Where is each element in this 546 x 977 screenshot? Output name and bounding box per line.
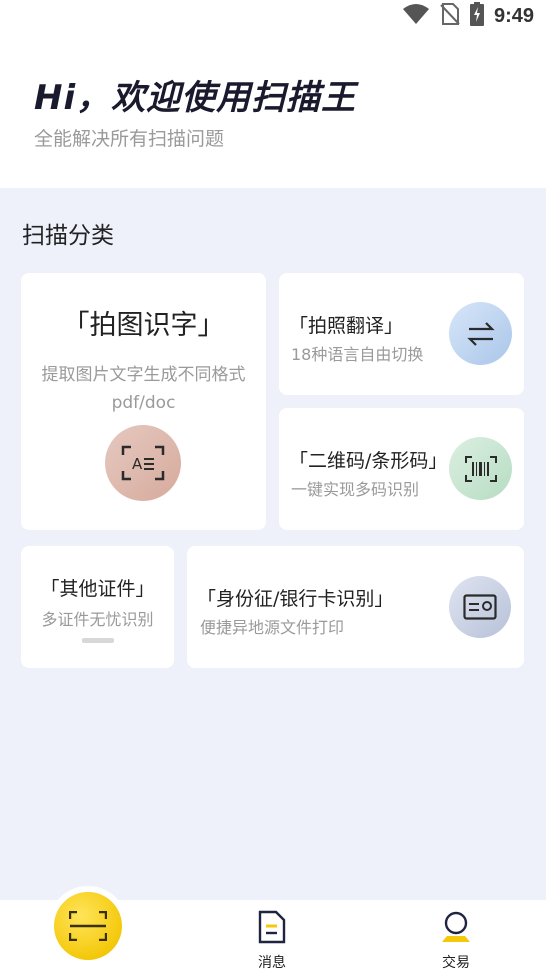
no-sim-icon bbox=[440, 3, 460, 29]
photo-translate-card[interactable]: 「拍照翻译」 18种语言自由切换 bbox=[279, 273, 524, 395]
photo-translate-desc: 18种语言自由切换 bbox=[291, 345, 424, 364]
photo-text-card[interactable]: 「拍图识字」 提取图片文字生成不同格式pdf/doc A bbox=[21, 273, 266, 530]
trade-icon bbox=[442, 911, 470, 942]
nav-trade[interactable]: 交易 bbox=[426, 910, 486, 972]
id-card-icon bbox=[449, 576, 511, 638]
qr-barcode-desc: 一键实现多码识别 bbox=[291, 480, 420, 499]
nav-messages-label: 消息 bbox=[258, 955, 286, 971]
wifi-icon bbox=[402, 3, 430, 29]
other-docs-indicator bbox=[82, 638, 114, 643]
qr-barcode-title: 「二维码/条形码」 bbox=[289, 450, 448, 472]
status-bar: 9:49 bbox=[0, 0, 546, 32]
scan-icon bbox=[69, 911, 107, 941]
nav-trade-label: 交易 bbox=[442, 955, 470, 971]
greeting-subtitle: 全能解决所有扫描问题 bbox=[34, 128, 225, 150]
text-scan-icon: A bbox=[105, 425, 181, 501]
battery-charging-icon bbox=[469, 2, 484, 30]
qr-barcode-card[interactable]: 「二维码/条形码」 一键实现多码识别 bbox=[279, 408, 524, 530]
swap-arrows-icon bbox=[449, 302, 512, 365]
message-doc-icon bbox=[258, 910, 286, 944]
barcode-scan-icon bbox=[449, 437, 512, 500]
status-time: 9:49 bbox=[493, 4, 534, 27]
other-docs-title: 「其他证件」 bbox=[40, 578, 155, 600]
other-docs-card[interactable]: 「其他证件」 多证件无忧识别 bbox=[21, 546, 174, 668]
main-content: 扫描分类 「拍图识字」 提取图片文字生成不同格式pdf/doc A 「拍照翻译」… bbox=[0, 188, 546, 900]
id-bank-desc: 便捷异地源文件打印 bbox=[200, 618, 345, 637]
other-docs-desc: 多证件无忧识别 bbox=[41, 610, 154, 629]
photo-translate-title: 「拍照翻译」 bbox=[289, 315, 404, 337]
bottom-nav: 消息 交易 bbox=[0, 892, 546, 977]
svg-text:A: A bbox=[132, 455, 143, 473]
header: Hi，欢迎使用扫描王 全能解决所有扫描问题 bbox=[0, 32, 546, 188]
id-bank-card[interactable]: 「身份征/银行卡识别」 便捷异地源文件打印 bbox=[187, 546, 524, 668]
scan-button[interactable] bbox=[54, 892, 122, 960]
id-bank-title: 「身份征/银行卡识别」 bbox=[197, 588, 394, 610]
section-title: 扫描分类 bbox=[22, 223, 114, 249]
nav-messages[interactable]: 消息 bbox=[242, 910, 302, 972]
status-icons: 9:49 bbox=[402, 2, 534, 30]
photo-text-desc: 提取图片文字生成不同格式pdf/doc bbox=[41, 365, 246, 413]
greeting-title: Hi，欢迎使用扫描王 bbox=[34, 78, 357, 118]
photo-text-title: 「拍图识字」 bbox=[62, 310, 225, 341]
